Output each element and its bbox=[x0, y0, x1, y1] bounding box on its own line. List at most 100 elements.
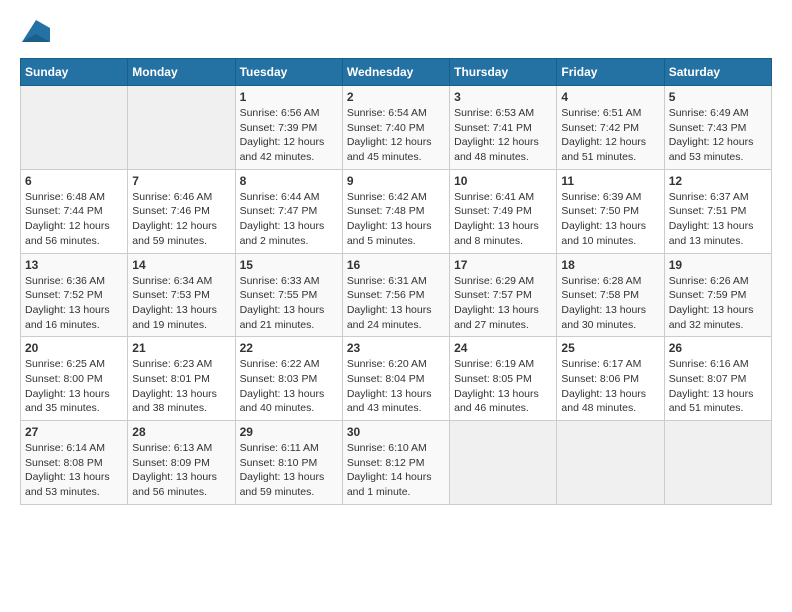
day-number: 1 bbox=[240, 90, 338, 104]
day-cell: 21Sunrise: 6:23 AMSunset: 8:01 PMDayligh… bbox=[128, 337, 235, 421]
day-info: Sunrise: 6:10 AM bbox=[347, 441, 445, 456]
day-info: Daylight: 13 hours and 51 minutes. bbox=[669, 387, 767, 416]
day-info: Sunrise: 6:53 AM bbox=[454, 106, 552, 121]
day-cell: 1Sunrise: 6:56 AMSunset: 7:39 PMDaylight… bbox=[235, 86, 342, 170]
day-cell: 7Sunrise: 6:46 AMSunset: 7:46 PMDaylight… bbox=[128, 169, 235, 253]
calendar-table: Sunday Monday Tuesday Wednesday Thursday… bbox=[20, 58, 772, 505]
day-info: Sunset: 8:07 PM bbox=[669, 372, 767, 387]
week-row-5: 27Sunrise: 6:14 AMSunset: 8:08 PMDayligh… bbox=[21, 421, 772, 505]
day-number: 11 bbox=[561, 174, 659, 188]
day-info: Sunrise: 6:39 AM bbox=[561, 190, 659, 205]
day-cell: 26Sunrise: 6:16 AMSunset: 8:07 PMDayligh… bbox=[664, 337, 771, 421]
day-number: 22 bbox=[240, 341, 338, 355]
day-info: Sunset: 8:08 PM bbox=[25, 456, 123, 471]
day-info: Daylight: 13 hours and 27 minutes. bbox=[454, 303, 552, 332]
day-number: 26 bbox=[669, 341, 767, 355]
day-number: 2 bbox=[347, 90, 445, 104]
day-info: Daylight: 13 hours and 59 minutes. bbox=[240, 470, 338, 499]
day-info: Sunrise: 6:34 AM bbox=[132, 274, 230, 289]
day-number: 9 bbox=[347, 174, 445, 188]
day-number: 16 bbox=[347, 258, 445, 272]
day-info: Daylight: 13 hours and 10 minutes. bbox=[561, 219, 659, 248]
day-cell: 25Sunrise: 6:17 AMSunset: 8:06 PMDayligh… bbox=[557, 337, 664, 421]
day-info: Sunrise: 6:26 AM bbox=[669, 274, 767, 289]
day-number: 3 bbox=[454, 90, 552, 104]
day-cell: 4Sunrise: 6:51 AMSunset: 7:42 PMDaylight… bbox=[557, 86, 664, 170]
day-cell: 16Sunrise: 6:31 AMSunset: 7:56 PMDayligh… bbox=[342, 253, 449, 337]
day-cell: 17Sunrise: 6:29 AMSunset: 7:57 PMDayligh… bbox=[450, 253, 557, 337]
logo-icon bbox=[22, 20, 50, 42]
col-thursday: Thursday bbox=[450, 59, 557, 86]
day-cell: 10Sunrise: 6:41 AMSunset: 7:49 PMDayligh… bbox=[450, 169, 557, 253]
day-info: Sunset: 7:47 PM bbox=[240, 204, 338, 219]
day-number: 7 bbox=[132, 174, 230, 188]
col-friday: Friday bbox=[557, 59, 664, 86]
day-info: Daylight: 14 hours and 1 minute. bbox=[347, 470, 445, 499]
header-row: Sunday Monday Tuesday Wednesday Thursday… bbox=[21, 59, 772, 86]
day-number: 23 bbox=[347, 341, 445, 355]
day-info: Daylight: 12 hours and 48 minutes. bbox=[454, 135, 552, 164]
day-info: Sunrise: 6:54 AM bbox=[347, 106, 445, 121]
day-info: Daylight: 13 hours and 56 minutes. bbox=[132, 470, 230, 499]
day-info: Sunset: 8:03 PM bbox=[240, 372, 338, 387]
day-info: Sunset: 8:00 PM bbox=[25, 372, 123, 387]
day-info: Sunset: 7:41 PM bbox=[454, 121, 552, 136]
calendar-body: 1Sunrise: 6:56 AMSunset: 7:39 PMDaylight… bbox=[21, 86, 772, 505]
week-row-2: 6Sunrise: 6:48 AMSunset: 7:44 PMDaylight… bbox=[21, 169, 772, 253]
day-info: Daylight: 13 hours and 32 minutes. bbox=[669, 303, 767, 332]
week-row-1: 1Sunrise: 6:56 AMSunset: 7:39 PMDaylight… bbox=[21, 86, 772, 170]
day-number: 27 bbox=[25, 425, 123, 439]
day-info: Daylight: 13 hours and 53 minutes. bbox=[25, 470, 123, 499]
day-info: Daylight: 13 hours and 46 minutes. bbox=[454, 387, 552, 416]
day-info: Daylight: 13 hours and 38 minutes. bbox=[132, 387, 230, 416]
day-info: Sunset: 7:50 PM bbox=[561, 204, 659, 219]
day-number: 25 bbox=[561, 341, 659, 355]
day-number: 24 bbox=[454, 341, 552, 355]
day-cell bbox=[664, 421, 771, 505]
day-info: Daylight: 13 hours and 16 minutes. bbox=[25, 303, 123, 332]
day-cell: 8Sunrise: 6:44 AMSunset: 7:47 PMDaylight… bbox=[235, 169, 342, 253]
day-number: 15 bbox=[240, 258, 338, 272]
day-info: Daylight: 13 hours and 43 minutes. bbox=[347, 387, 445, 416]
day-info: Sunset: 7:40 PM bbox=[347, 121, 445, 136]
day-info: Sunrise: 6:56 AM bbox=[240, 106, 338, 121]
day-info: Sunrise: 6:28 AM bbox=[561, 274, 659, 289]
day-number: 18 bbox=[561, 258, 659, 272]
day-info: Sunrise: 6:31 AM bbox=[347, 274, 445, 289]
day-info: Sunrise: 6:42 AM bbox=[347, 190, 445, 205]
day-info: Daylight: 12 hours and 51 minutes. bbox=[561, 135, 659, 164]
day-info: Sunrise: 6:11 AM bbox=[240, 441, 338, 456]
day-number: 12 bbox=[669, 174, 767, 188]
day-info: Daylight: 13 hours and 48 minutes. bbox=[561, 387, 659, 416]
day-info: Sunrise: 6:25 AM bbox=[25, 357, 123, 372]
day-cell: 18Sunrise: 6:28 AMSunset: 7:58 PMDayligh… bbox=[557, 253, 664, 337]
day-info: Sunrise: 6:14 AM bbox=[25, 441, 123, 456]
day-info: Sunset: 7:44 PM bbox=[25, 204, 123, 219]
day-cell bbox=[21, 86, 128, 170]
col-saturday: Saturday bbox=[664, 59, 771, 86]
day-cell: 3 Sunrise: 6:53 AMSunset: 7:41 PMDaylight… bbox=[450, 86, 557, 170]
day-info: Sunrise: 6:37 AM bbox=[669, 190, 767, 205]
logo bbox=[20, 20, 50, 42]
day-info: Sunset: 7:55 PM bbox=[240, 288, 338, 303]
day-info: Sunset: 7:57 PM bbox=[454, 288, 552, 303]
day-cell: 29Sunrise: 6:11 AMSunset: 8:10 PMDayligh… bbox=[235, 421, 342, 505]
day-cell: 11 Sunrise: 6:39 AMSunset: 7:50 PMDayligh… bbox=[557, 169, 664, 253]
day-info: Sunrise: 6:36 AM bbox=[25, 274, 123, 289]
day-info: Sunset: 8:09 PM bbox=[132, 456, 230, 471]
day-info: Sunrise: 6:19 AM bbox=[454, 357, 552, 372]
page-header bbox=[20, 20, 772, 42]
day-info: Sunset: 8:12 PM bbox=[347, 456, 445, 471]
day-info: Daylight: 12 hours and 53 minutes. bbox=[669, 135, 767, 164]
day-info: Sunrise: 6:22 AM bbox=[240, 357, 338, 372]
day-number: 20 bbox=[25, 341, 123, 355]
day-info: Daylight: 13 hours and 13 minutes. bbox=[669, 219, 767, 248]
day-info: Daylight: 13 hours and 2 minutes. bbox=[240, 219, 338, 248]
week-row-4: 20 Sunrise: 6:25 AMSunset: 8:00 PM Dayligh… bbox=[21, 337, 772, 421]
day-cell bbox=[128, 86, 235, 170]
day-cell bbox=[450, 421, 557, 505]
week-row-3: 13Sunrise: 6:36 AMSunset: 7:52 PMDayligh… bbox=[21, 253, 772, 337]
day-number: 19 bbox=[669, 258, 767, 272]
day-info: Daylight: 12 hours and 56 minutes. bbox=[25, 219, 123, 248]
day-info: Sunrise: 6:29 AM bbox=[454, 274, 552, 289]
